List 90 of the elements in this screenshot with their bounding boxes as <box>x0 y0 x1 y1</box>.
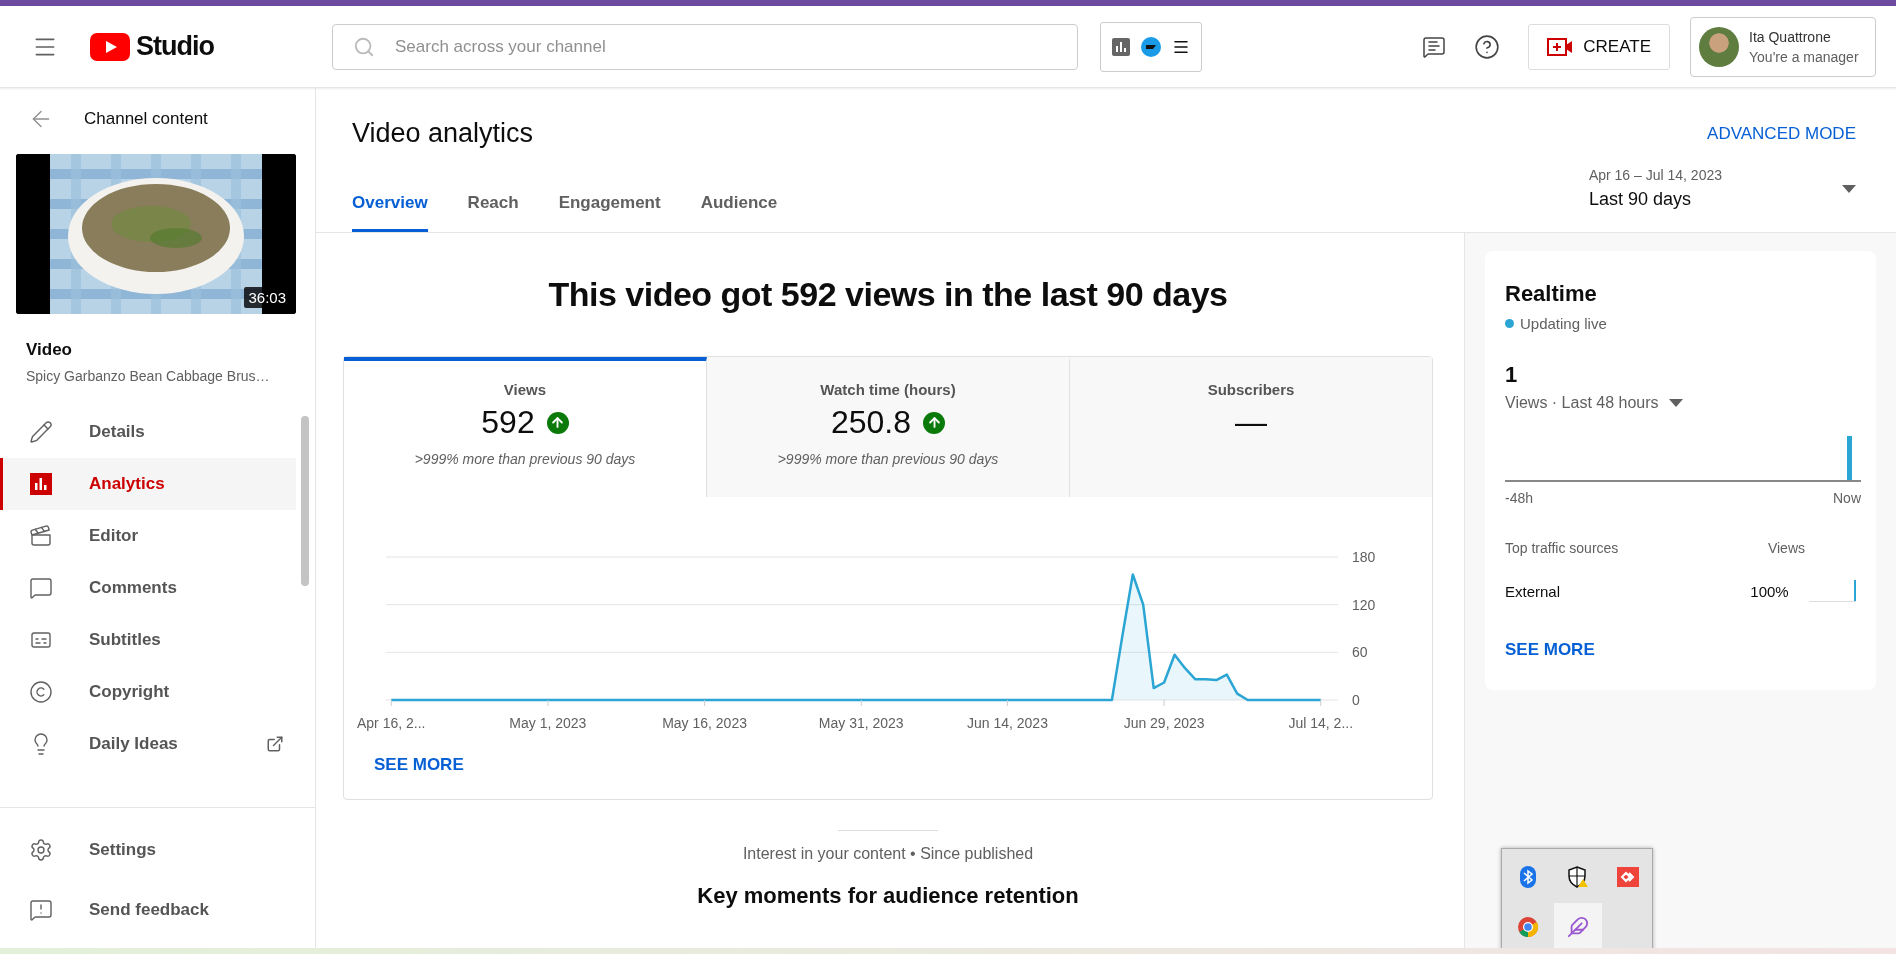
date-range-label: Last 90 days <box>1588 189 1692 210</box>
tab[interactable]: Engagement <box>558 181 661 232</box>
tab[interactable]: Reach <box>467 181 519 232</box>
sidebar-item[interactable]: Comments <box>0 562 296 614</box>
section-heading: Key moments for audience retention <box>697 883 1079 909</box>
play-logo-icon <box>90 32 130 61</box>
column-header: Top traffic sources <box>1505 540 1620 556</box>
tab[interactable]: Overview <box>352 181 428 232</box>
scrollbar[interactable] <box>301 416 309 586</box>
page-title: Video analytics <box>352 118 534 149</box>
metric-label: Subscribers <box>1207 381 1295 398</box>
headline: This video got 592 views in the last 90 days <box>548 275 1228 314</box>
video-heading: Video <box>26 340 73 360</box>
x-axis-label: Jun 29, 2023 <box>1123 715 1205 731</box>
y-axis-label: 60 <box>1352 644 1368 661</box>
realtime-title: Realtime <box>1505 281 1598 307</box>
x-axis-label: May 16, 2023 <box>662 715 747 731</box>
x-axis-label: May 31, 2023 <box>818 715 904 731</box>
feedback-icon <box>1422 34 1447 59</box>
remote-desktop-icon <box>1617 867 1639 887</box>
metric-value: 250.8 <box>830 404 912 441</box>
date-range-dropdown[interactable]: Apr 16 – Jul 14, 2023 Last 90 days <box>1588 167 1856 232</box>
see-more-link[interactable]: SEE MORE <box>1505 640 1595 660</box>
sidebar-item[interactable]: Editor <box>0 510 296 562</box>
account-button[interactable]: Ita Quattrone You're a manager <box>1690 16 1876 77</box>
search-icon <box>353 35 375 58</box>
traffic-source: External <box>1505 582 1562 600</box>
x-axis-label: May 1, 2023 <box>509 715 587 731</box>
metric-value: — <box>1235 404 1267 441</box>
metric-dropdown[interactable]: Views · Last 48 hours <box>1505 394 1683 412</box>
column-header: Views <box>1766 540 1805 556</box>
date-range: Apr 16 – Jul 14, 2023 <box>1588 167 1722 183</box>
y-axis-label: 120 <box>1352 596 1376 613</box>
copyright-icon <box>29 680 53 704</box>
live-status: Updating live <box>1520 315 1607 332</box>
video-camera-icon <box>1547 36 1574 57</box>
bar-chart-icon <box>29 472 53 496</box>
external-link-icon <box>266 735 284 753</box>
x-axis-label: Apr 16, 2... <box>357 715 426 731</box>
section-caption: Interest in your content • Since published <box>742 845 1034 863</box>
logo-text: Studio <box>136 31 214 62</box>
y-axis-label: 0 <box>1352 692 1360 708</box>
account-name: Ita Quattrone <box>1749 28 1832 45</box>
settings-icon <box>29 838 53 862</box>
see-more-link[interactable]: SEE MORE <box>374 755 464 775</box>
bar-chart-icon[interactable] <box>1112 37 1131 56</box>
sidebar-item[interactable]: Details <box>0 406 296 458</box>
extension-icon[interactable] <box>1140 36 1161 57</box>
video-thumbnail[interactable]: 36:03 <box>16 154 296 314</box>
metric-tab[interactable]: Watch time (hours) 250.8 >999% more than previous 90 days <box>707 357 1070 497</box>
sidebar-item[interactable]: Send feedback <box>0 880 315 940</box>
advanced-mode-link[interactable]: ADVANCED MODE <box>1707 124 1856 149</box>
clapperboard-icon <box>29 524 53 548</box>
metric-change: >999% more than previous 90 days <box>777 451 999 467</box>
sidebar-item[interactable]: Subtitles <box>0 614 296 666</box>
bluetooth-icon <box>1520 866 1536 888</box>
shield-warning-icon <box>1567 866 1589 888</box>
video-title: Spicy Garbanzo Bean Cabbage Brus… <box>26 368 271 384</box>
traffic-share: 100% <box>1749 582 1789 600</box>
back-label: Channel content <box>84 109 208 129</box>
search-field[interactable]: Search across your channel <box>332 23 1078 70</box>
feather-icon <box>1567 916 1589 938</box>
chrome-icon <box>1517 916 1539 938</box>
dropdown-caret-icon <box>1842 184 1856 193</box>
metric-tab[interactable]: Subscribers — <box>1070 357 1432 497</box>
feedback-icon <box>29 898 53 922</box>
metric-tab[interactable]: Views 592 >999% more than previous 90 days <box>344 357 707 497</box>
metric-value: 592 <box>481 404 535 441</box>
axis-label: -48h <box>1505 490 1534 506</box>
axis-label: Now <box>1833 490 1861 506</box>
tab[interactable]: Audience <box>700 181 778 232</box>
help-icon <box>1474 33 1501 60</box>
metric-label: Watch time (hours) <box>820 381 956 398</box>
caret-icon <box>1668 399 1683 407</box>
account-role: You're a manager <box>1749 48 1859 65</box>
pencil-icon <box>29 420 53 444</box>
metric-label: Views <box>503 381 547 398</box>
sidebar-item[interactable]: Settings <box>0 820 315 880</box>
sidebar-item[interactable]: Analytics <box>0 458 296 510</box>
metric-change: >999% more than previous 90 days <box>414 451 636 467</box>
sidebar-item[interactable]: Daily Ideas <box>0 718 296 770</box>
x-axis-label: Jun 14, 2023 <box>966 715 1048 731</box>
avatar <box>1699 26 1739 67</box>
sidebar-item[interactable]: Copyright <box>0 666 296 718</box>
x-axis-label: Jul 14, 2... <box>1288 715 1354 731</box>
live-dot <box>1505 319 1514 328</box>
realtime-count: 1 <box>1505 362 1519 388</box>
create-button[interactable]: CREATE <box>1528 23 1670 70</box>
comment-icon <box>29 576 53 600</box>
y-axis-label: 180 <box>1352 549 1376 565</box>
